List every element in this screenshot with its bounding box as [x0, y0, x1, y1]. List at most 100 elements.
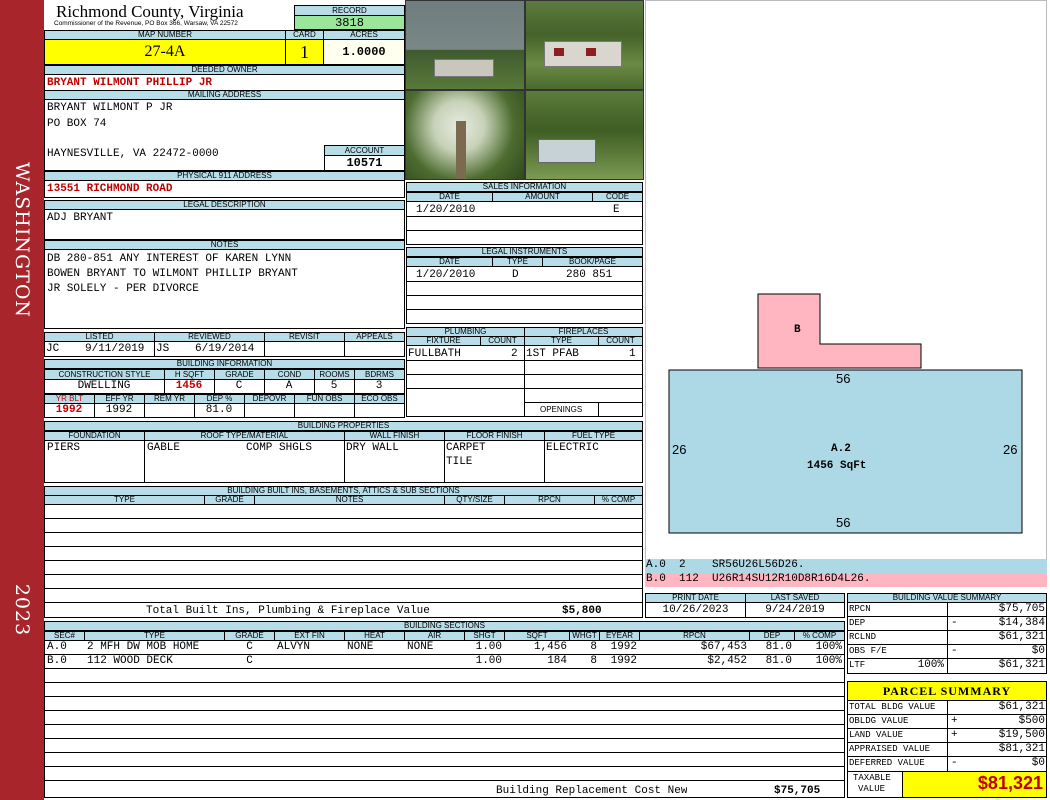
section-cell-type: 2 MFH DW MOB HOME [87, 641, 200, 653]
section-cell-heat: NONE [347, 641, 374, 653]
vs-rclnd-value: $61,321 [998, 631, 1045, 643]
acres-value: 1.0000 [323, 39, 405, 65]
reviewed-date: 6/19/2014 [195, 343, 255, 355]
ps-land-value: $19,500 [998, 729, 1045, 741]
vs-ltr-label: LTF [849, 660, 866, 670]
sketch-label-a: A.2 [831, 443, 851, 455]
photo-yard-tree[interactable] [405, 90, 525, 180]
plumbing-count: 2 [511, 348, 518, 360]
sketch-dim-left: 26 [672, 442, 687, 457]
section-cell-comp: 100% [815, 655, 842, 667]
parcel-summary-header: PARCEL SUMMARY [847, 681, 1047, 701]
depreciation-pct: 81.0 [205, 404, 233, 416]
mailing-line-2: PO BOX 74 [47, 118, 107, 130]
section-cell-eyear: 1992 [610, 655, 637, 667]
legal-instruments-header: LEGAL INSTRUMENTS [406, 247, 643, 257]
legal-description: ADJ BRYANT [44, 209, 405, 240]
instr-type: D [512, 269, 519, 281]
deck-section-b [757, 293, 922, 369]
section-cell-shgt: 1.00 [475, 655, 502, 667]
mailing-line-1: BRYANT WILMONT P JR [47, 102, 173, 114]
builtins-total-label: Total Built Ins, Plumbing & Fireplace Va… [146, 605, 430, 617]
section-cell-extfin: ALVYN [277, 641, 311, 653]
vs-dep-label: DEP [849, 618, 866, 628]
photo-exterior-rear[interactable] [405, 0, 525, 90]
vs-rpcn-value: $75,705 [998, 603, 1045, 615]
vs-rclnd-label: RCLND [849, 632, 877, 642]
sketch-dim-right: 26 [1003, 442, 1018, 457]
sale-code: E [613, 204, 620, 216]
notes-line-2: BOWEN BRYANT TO WILMONT PHILLIP BRYANT [47, 268, 298, 280]
building-info-header: BUILDING INFORMATION [44, 359, 405, 369]
physical-address: 13551 RICHMOND ROAD [44, 180, 405, 198]
roof-type-value: GABLE [147, 442, 181, 454]
section-cell-sqft: 1,456 [533, 641, 567, 653]
fuel-type-value: ELECTRIC [546, 442, 599, 454]
ps-obldg-value: $500 [1018, 715, 1045, 727]
last-saved-date: 9/24/2019 [745, 602, 845, 618]
notes-line-1: DB 280-851 ANY INTEREST OF KAREN LYNN [47, 253, 292, 265]
building-sections-header: BUILDING SECTIONS [44, 621, 845, 631]
section-cell-dep: 81.0 [765, 655, 792, 667]
commissioner-address: Commissioner of the Revenue, PO Box 366,… [54, 20, 238, 27]
section-cell-whgt: 8 [590, 641, 597, 653]
building-sketch [668, 293, 1023, 534]
reviewed-by: JS [156, 343, 170, 355]
ps-land-label: LAND VALUE [849, 730, 904, 740]
builtins-table [44, 504, 643, 618]
section-cell-type: 112 WOOD DECK [87, 655, 173, 667]
ps-bldg-label: TOTAL BLDG VALUE [849, 702, 936, 712]
record-number: 3818 [294, 15, 405, 30]
section-cell-shgt: 1.00 [475, 641, 502, 653]
ps-obldg-label: OBLDG VALUE [849, 716, 909, 726]
sketch-area [645, 0, 1047, 560]
taxable-value: $81,321 [977, 773, 1043, 793]
builtins-total-value: $5,800 [562, 605, 602, 617]
year-built: 1992 [55, 404, 83, 416]
instr-date: 1/20/2010 [416, 269, 476, 281]
section-cell-dep: 81.0 [765, 641, 792, 653]
section-cell-grade: C [246, 655, 253, 667]
heated-sqft: 1456 [175, 380, 203, 392]
vs-ltr-value: $61,321 [998, 659, 1045, 671]
sidebar: WASHINGTON 2023 [0, 0, 44, 800]
taxable-label-1: TAXABLE [853, 773, 891, 783]
sales-info-header: SALES INFORMATION [406, 182, 643, 192]
roof-material-value: COMP SHGLS [246, 442, 313, 454]
mailing-line-3: HAYNESVILLE, VA 22472-0000 [47, 148, 219, 160]
ps-deferred-value: $0 [1031, 757, 1045, 769]
sketch-vector-a: A.0 2 SR56U26L56D26. [646, 559, 805, 571]
floor-finish-1: CARPET [446, 442, 486, 454]
section-cell-whgt: 8 [590, 655, 597, 667]
vs-rpcn-label: RPCN [849, 604, 871, 614]
ps-bldg-value: $61,321 [998, 701, 1045, 713]
building-cond: A [285, 380, 293, 392]
effective-year: 1992 [105, 404, 133, 416]
sale-date: 1/20/2010 [416, 204, 476, 216]
account-number: 10571 [324, 155, 405, 171]
ps-appraised-value: $81,321 [998, 743, 1045, 755]
sketch-label-b: B [794, 324, 801, 336]
vs-dep-value: $14,384 [998, 617, 1045, 629]
construction-style: DWELLING [77, 380, 131, 392]
map-number: 27-4A [44, 39, 286, 65]
openings-label: OPENINGS [540, 405, 583, 414]
section-cell-sec: B.0 [47, 655, 67, 667]
rcn-label: Building Replacement Cost New [496, 785, 688, 797]
ps-deferred-label: DEFERRED VALUE [849, 758, 925, 768]
building-properties-header: BUILDING PROPERTIES [44, 421, 643, 431]
wall-finish-value: DRY WALL [346, 442, 399, 454]
photo-yard-pool[interactable] [525, 90, 644, 180]
section-cell-rpcn: $67,453 [700, 641, 747, 653]
sketch-dim-top: 56 [836, 371, 851, 386]
foundation-value: PIERS [47, 442, 81, 454]
listed-by: JC [46, 343, 60, 355]
floor-finish-2: TILE [446, 456, 473, 468]
photo-exterior-front[interactable] [525, 0, 644, 90]
section-cell-eyear: 1992 [610, 641, 637, 653]
taxable-label-2: VALUE [858, 784, 886, 794]
vs-ltr-pct: 100% [917, 659, 944, 671]
section-cell-sec: A.0 [47, 641, 67, 653]
vs-obs-value: $0 [1031, 645, 1045, 657]
section-cell-air: NONE [407, 641, 434, 653]
